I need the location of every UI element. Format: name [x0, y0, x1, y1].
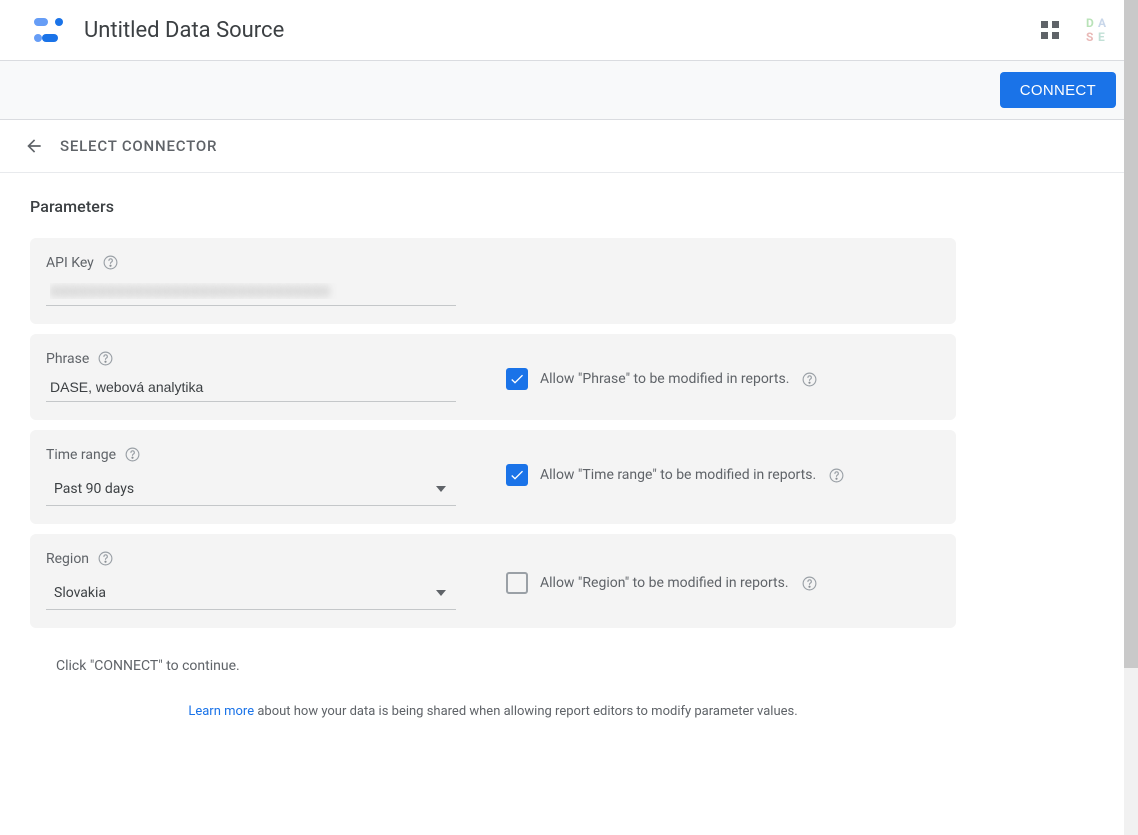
phrase-allow-checkbox[interactable] — [506, 368, 528, 390]
learn-more-row: Learn more about how your data is being … — [30, 674, 956, 719]
apps-grid-icon[interactable] — [1041, 21, 1060, 40]
time-range-select[interactable]: Past 90 days — [46, 471, 456, 506]
region-label: Region — [46, 551, 89, 567]
page-title[interactable]: Untitled Data Source — [84, 18, 1025, 43]
time-range-label: Time range — [46, 447, 116, 463]
svg-text:D: D — [1086, 16, 1094, 30]
param-time-range: Time range Past 90 days Allow "Time rang… — [30, 430, 956, 524]
scrollbar[interactable] — [1124, 0, 1138, 835]
svg-text:A: A — [1098, 16, 1107, 30]
region-value: Slovakia — [54, 585, 106, 601]
chevron-down-icon — [436, 590, 446, 596]
param-phrase: Phrase Allow "Phrase" to be modified in … — [30, 334, 956, 420]
help-icon[interactable] — [801, 371, 818, 388]
content-area: Parameters API Key Phrase — [0, 173, 980, 759]
region-allow-label: Allow "Region" to be modified in reports… — [540, 575, 789, 591]
help-icon[interactable] — [828, 467, 845, 484]
time-range-allow-checkbox[interactable] — [506, 464, 528, 486]
help-icon[interactable] — [97, 350, 114, 367]
api-key-input[interactable] — [46, 275, 456, 306]
api-key-label: API Key — [46, 255, 94, 271]
help-icon[interactable] — [97, 550, 114, 567]
phrase-label: Phrase — [46, 351, 89, 367]
learn-more-text: about how your data is being shared when… — [254, 704, 798, 719]
back-arrow-icon[interactable] — [24, 136, 44, 156]
help-icon[interactable] — [124, 446, 141, 463]
header-actions: D A S E — [1041, 14, 1114, 46]
footer-hint: Click "CONNECT" to continue. — [30, 638, 956, 674]
param-api-key: API Key — [30, 238, 956, 324]
breadcrumb-label: SELECT CONNECTOR — [60, 137, 217, 155]
scrollbar-thumb[interactable] — [1124, 0, 1138, 668]
region-allow-checkbox[interactable] — [506, 572, 528, 594]
connector-brand-icon: D A S E — [1082, 14, 1114, 46]
data-studio-logo-icon — [32, 16, 68, 44]
region-select[interactable]: Slovakia — [46, 575, 456, 610]
time-range-allow-label: Allow "Time range" to be modified in rep… — [540, 467, 816, 483]
svg-text:S: S — [1086, 30, 1093, 44]
svg-text:E: E — [1098, 30, 1105, 44]
param-region: Region Slovakia Allow "Region" to be mod… — [30, 534, 956, 628]
app-header: Untitled Data Source D A S E — [0, 0, 1138, 61]
help-icon[interactable] — [801, 575, 818, 592]
breadcrumb: SELECT CONNECTOR — [0, 120, 1138, 173]
learn-more-link[interactable]: Learn more — [188, 704, 254, 719]
time-range-value: Past 90 days — [54, 481, 134, 497]
phrase-input[interactable] — [46, 371, 456, 402]
phrase-allow-label: Allow "Phrase" to be modified in reports… — [540, 371, 789, 387]
help-icon[interactable] — [102, 254, 119, 271]
chevron-down-icon — [436, 486, 446, 492]
connect-button[interactable]: CONNECT — [1000, 72, 1116, 108]
section-title: Parameters — [30, 197, 956, 216]
action-bar: CONNECT — [0, 61, 1138, 120]
